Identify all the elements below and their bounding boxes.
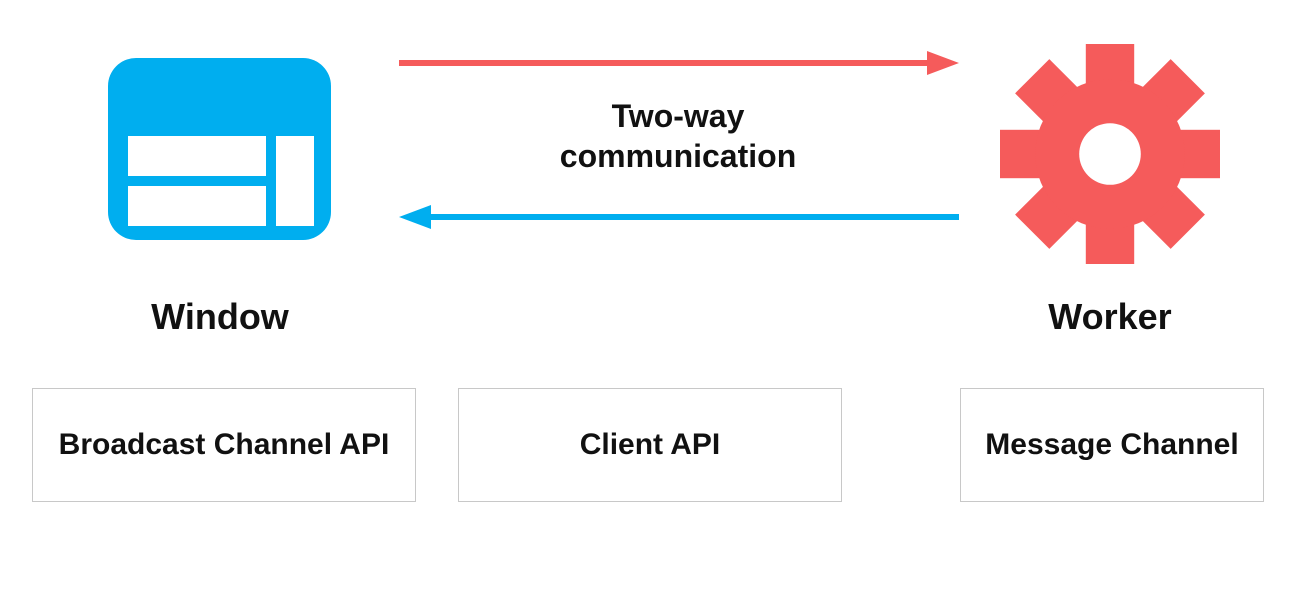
window-label: Window — [88, 296, 352, 338]
worker-label: Worker — [990, 296, 1230, 338]
api-box-broadcast-channel: Broadcast Channel API — [32, 388, 416, 502]
api-box-message-channel: Message Channel — [960, 388, 1264, 502]
diagram-canvas: Two-way communication Window Worker Broa… — [0, 0, 1304, 594]
window-icon-pane — [128, 136, 266, 176]
gear-icon — [1000, 44, 1220, 264]
window-icon — [108, 58, 331, 240]
arrow-worker-to-window-icon — [399, 202, 959, 232]
window-icon-pane — [276, 136, 314, 226]
center-caption: Two-way communication — [512, 96, 844, 176]
window-icon-pane — [128, 186, 266, 226]
api-box-client-api: Client API — [458, 388, 842, 502]
arrow-window-to-worker-icon — [399, 48, 959, 78]
